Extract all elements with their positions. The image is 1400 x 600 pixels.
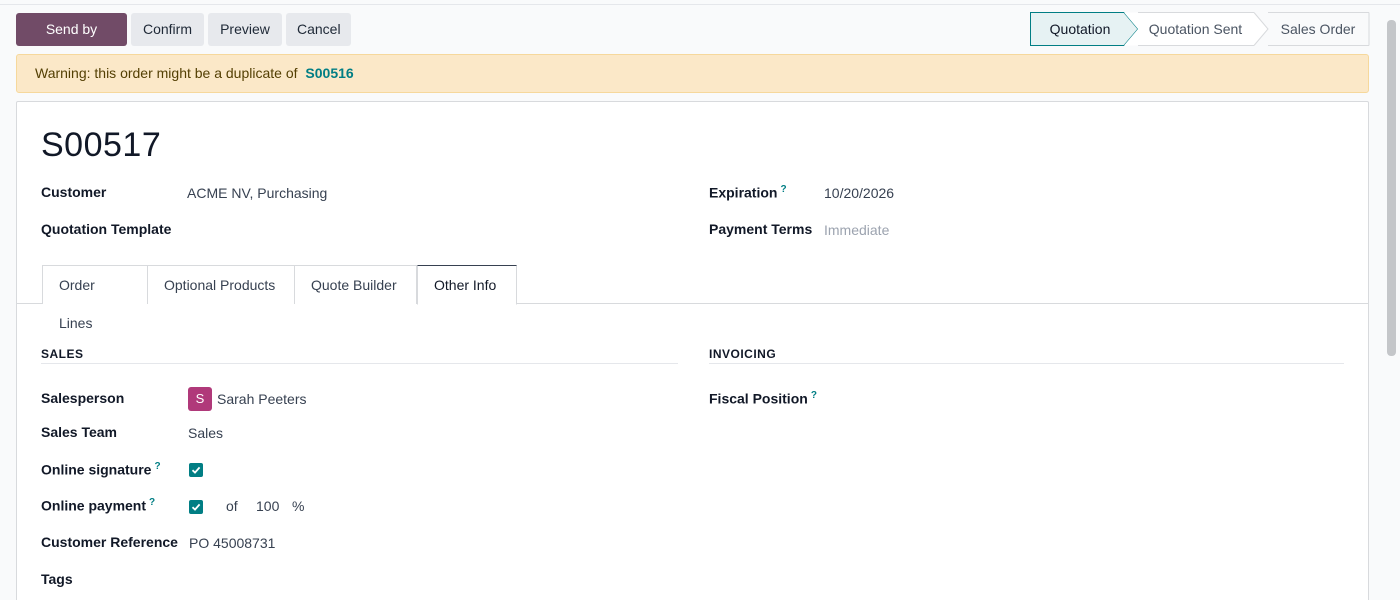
online-payment-checkbox[interactable]: [189, 500, 203, 514]
sales-team-label: Sales Team: [41, 424, 118, 440]
quotation-template-label: Quotation Template: [41, 221, 172, 237]
warning-text: Warning: this order might be a duplicate…: [35, 65, 298, 81]
stage-quotation-sent[interactable]: Quotation Sent: [1138, 12, 1253, 46]
online-signature-label-text: Online signature: [41, 461, 152, 478]
tags-label: Tags: [41, 571, 73, 587]
online-payment-percent-field[interactable]: 100: [256, 498, 279, 514]
expiration-label: Expiration?: [709, 184, 787, 201]
online-payment-of-text: of: [226, 498, 238, 514]
expiration-label-text: Expiration: [709, 184, 778, 201]
payment-terms-label: Payment Terms: [709, 221, 813, 237]
salesperson-field[interactable]: Sarah Peeters: [217, 391, 307, 407]
online-signature-label: Online signature?: [41, 461, 161, 478]
customer-reference-field[interactable]: PO 45008731: [189, 535, 275, 551]
tab-optional-products[interactable]: Optional Products: [148, 265, 295, 304]
fiscal-position-help-icon[interactable]: ?: [811, 390, 817, 401]
stage-quotation[interactable]: Quotation: [1030, 12, 1130, 46]
checkmark-icon: [191, 466, 201, 474]
quotation-template-field[interactable]: [187, 221, 667, 241]
notebook-tabs: Order Lines Optional Products Quote Buil…: [17, 265, 1368, 331]
order-title: S00517: [41, 126, 162, 164]
expiration-help-icon[interactable]: ?: [780, 184, 786, 195]
tab-order-lines[interactable]: Order Lines: [42, 265, 148, 331]
form-sheet: S00517 Customer ACME NV, Purchasing Quot…: [16, 101, 1369, 600]
customer-label: Customer: [41, 184, 107, 200]
stage-sales-order[interactable]: Sales Order: [1268, 12, 1368, 46]
sales-separator: [41, 363, 678, 364]
preview-button[interactable]: Preview: [208, 13, 282, 46]
customer-field[interactable]: ACME NV, Purchasing: [187, 185, 327, 201]
invoicing-separator: [709, 363, 1344, 364]
tab-quote-builder[interactable]: Quote Builder: [295, 265, 417, 304]
payment-terms-field[interactable]: Immediate: [824, 222, 889, 238]
fiscal-position-field[interactable]: [824, 390, 1324, 410]
fiscal-position-label: Fiscal Position?: [709, 390, 817, 407]
expiration-field[interactable]: 10/20/2026: [824, 185, 894, 201]
tags-field[interactable]: [189, 571, 669, 591]
sales-section-title: SALES: [41, 347, 84, 361]
salesperson-label: Salesperson: [41, 390, 125, 406]
tab-other-info[interactable]: Other Info: [417, 265, 517, 305]
customer-reference-label: Customer Reference: [41, 534, 178, 550]
online-payment-label-text: Online payment: [41, 497, 147, 514]
sales-team-field[interactable]: Sales: [188, 425, 223, 441]
cancel-button[interactable]: Cancel: [286, 13, 351, 46]
online-payment-label: Online payment?: [41, 497, 155, 514]
avatar: S: [188, 387, 212, 411]
duplicate-warning-banner: Warning: this order might be a duplicate…: [16, 54, 1369, 93]
online-signature-help-icon[interactable]: ?: [154, 461, 160, 472]
checkmark-icon: [191, 503, 201, 511]
send-by-email-button[interactable]: Send by Email: [16, 13, 127, 70]
top-border: [0, 0, 1400, 5]
scrollbar[interactable]: [1387, 20, 1396, 356]
percent-sign: %: [292, 498, 305, 514]
invoicing-section-title: INVOICING: [709, 347, 777, 361]
duplicate-order-link[interactable]: S00516: [305, 65, 353, 81]
online-signature-checkbox[interactable]: [189, 463, 203, 477]
fiscal-position-label-text: Fiscal Position: [709, 390, 808, 407]
confirm-button[interactable]: Confirm: [131, 13, 204, 46]
online-payment-help-icon[interactable]: ?: [149, 497, 155, 508]
